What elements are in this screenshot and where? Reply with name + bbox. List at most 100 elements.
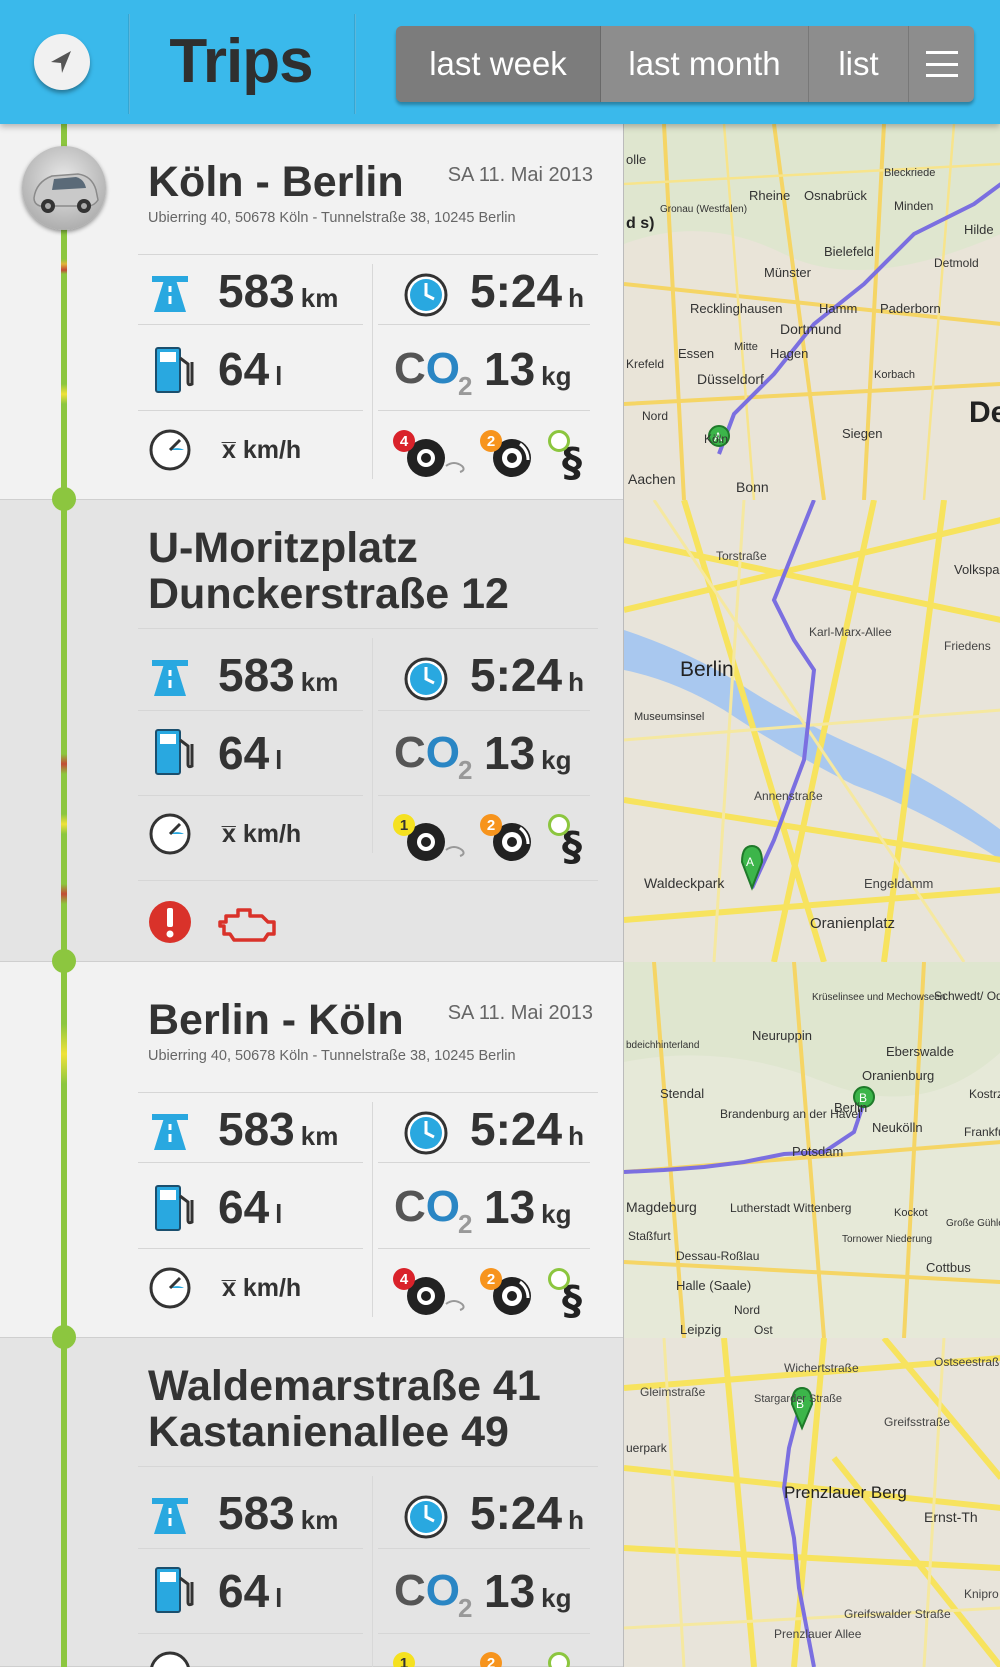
svg-text:Cottbus: Cottbus [926,1260,971,1275]
svg-text:Recklinghausen: Recklinghausen [690,301,783,316]
back-button[interactable] [34,34,90,90]
duration-stat: 5:24 h [470,649,584,701]
svg-text:Kostrz: Kostrz [969,1087,1000,1101]
period-segmented-control: last week last month list [396,26,974,102]
engine-icon[interactable] [216,902,280,944]
svg-text:Oranienplatz: Oranienplatz [810,915,895,932]
svg-text:Düsseldorf: Düsseldorf [697,371,764,387]
tab-last-week[interactable]: last week [396,26,601,102]
svg-text:Siegen: Siegen [842,426,882,441]
svg-text:Wichertstraße: Wichertstraße [784,1361,859,1375]
route-map: A Rheine Osnabrück Minden Bielefeld Müns… [624,124,1000,500]
divider [372,264,373,479]
svg-text:Prenzlauer Berg: Prenzlauer Berg [784,1483,907,1502]
svg-text:Staßfurt: Staßfurt [628,1229,671,1243]
rule-badge [548,1652,570,1667]
trip-map-berlin-koeln[interactable]: B Krüselinsee und Mechowseen Schwedt/ Od… [623,962,1000,1338]
trip-map-koeln-berlin[interactable]: A Rheine Osnabrück Minden Bielefeld Müns… [623,124,1000,500]
svg-text:Waldeckpark: Waldeckpark [644,875,725,891]
svg-text:Bleckriede: Bleckriede [884,167,935,179]
svg-text:Potsdam: Potsdam [792,1144,843,1159]
tab-list[interactable]: list [809,26,909,102]
highway-icon [152,1498,188,1534]
svg-text:Hilde: Hilde [964,222,994,237]
svg-text:uerpark: uerpark [626,1441,668,1455]
fuel-stat: 64 l [218,1565,283,1617]
svg-text:Stargarder Straße: Stargarder Straße [754,1393,842,1405]
co2-icon: CO2 [394,344,473,401]
svg-text:Krefeld: Krefeld [626,357,664,371]
svg-text:Ostseestraße: Ostseestraße [934,1355,1000,1369]
distance-stat: 583 km [218,1487,339,1539]
rule-badge [548,1268,570,1290]
highway-icon [152,276,188,312]
trip-map-moritzplatz[interactable]: A Torstraße Berlin Museumsinsel Karl-Mar… [623,500,1000,962]
trip-card[interactable]: Berlin - Köln SA 11. Mai 2013 Ubierring … [0,962,623,1338]
rule-badge [548,430,570,452]
avg-speed-stat: x̅ km/h [222,436,302,464]
timeline-dot [52,949,76,973]
trip-title-line2: Dunckerstraße 12 [148,570,509,618]
svg-text:Frankfu (Oder): Frankfu (Oder) [964,1125,1000,1139]
trip-card[interactable]: U-Moritzplatz Dunckerstraße 12 583 km 5:2… [0,500,623,962]
svg-text:Hamm: Hamm [819,301,857,316]
menu-button[interactable] [909,26,974,102]
tire-icon [407,823,465,861]
co2-stat: 13 kg [484,1181,572,1233]
speedometer-icon [149,429,191,471]
svg-text:Ost: Ost [754,1323,773,1337]
trip-title-line2: Kastanienallee 49 [148,1408,509,1456]
svg-text:Neukölln: Neukölln [872,1120,923,1135]
co2-stat: 13 kg [484,343,572,395]
svg-text:Osnabrück: Osnabrück [804,188,867,203]
co2-stat: 13 kg [484,727,572,779]
car-avatar[interactable] [22,146,106,230]
svg-text:Friedens: Friedens [944,639,991,653]
svg-text:Prenzlauer Allee: Prenzlauer Allee [774,1627,862,1641]
clock-icon [404,1111,448,1155]
svg-text:Berlin: Berlin [834,1100,867,1115]
duration-stat: 5:24 h [470,1487,584,1539]
clock-icon [404,657,448,701]
trip-map-waldemarstrasse[interactable]: B Gleimstraße Wichertstraße Ostseestraße… [623,1338,1000,1667]
svg-text:Tornower Niederung: Tornower Niederung [842,1234,932,1245]
svg-text:Essen: Essen [678,346,714,361]
brake-warning-badge: 2 [480,430,502,452]
trip-title-line1: U-Moritzplatz [148,524,418,572]
avg-speed-stat: x̅ km/h [222,1274,302,1302]
distance-stat: 583 km [218,265,339,317]
svg-text:Berlin: Berlin [680,658,734,681]
svg-text:Schwedt/ Oder: Schwedt/ Oder [934,989,1000,1003]
tire-warning-badge: 4 [393,430,415,452]
trip-addresses: Ubierring 40, 50678 Köln - Tunnelstraße … [148,1048,516,1064]
highway-icon [152,660,188,696]
hamburger-icon [925,51,958,77]
tire-warning-badge: 1 [393,814,415,836]
trip-card[interactable]: Waldemarstraße 41 Kastanienallee 49 583 k… [0,1338,623,1667]
divider [372,1476,373,1667]
highway-icon [152,1114,188,1150]
svg-text:Lutherstadt Wittenberg: Lutherstadt Wittenberg [730,1201,851,1215]
svg-text:Dessau-Roßlau: Dessau-Roßlau [676,1249,759,1263]
trip-title: Berlin - Köln [148,996,404,1044]
tire-warning-badge: 1 [393,1652,415,1667]
svg-text:Leipzig: Leipzig [680,1322,721,1337]
trip-date: SA 11. Mai 2013 [447,1002,593,1024]
svg-text:Nord: Nord [642,409,668,423]
trip-timeline [61,124,67,1667]
svg-text:Oranienburg: Oranienburg [862,1068,934,1083]
warning-icon[interactable] [148,900,192,944]
svg-text:Detmold: Detmold [934,256,979,270]
svg-text:Greifsstraße: Greifsstraße [884,1415,950,1429]
svg-text:Gronau (Westfalen): Gronau (Westfalen) [660,204,747,215]
rule-badge [548,814,570,836]
svg-text:Halle (Saale): Halle (Saale) [676,1278,751,1293]
duration-stat: 5:24 h [470,1103,584,1155]
distance-stat: 583 km [218,649,339,701]
tire-warning-badge: 4 [393,1268,415,1290]
tab-last-month[interactable]: last month [601,26,809,102]
brake-warning-badge: 2 [480,814,502,836]
svg-text:Aachen: Aachen [628,471,675,487]
svg-text:d s): d s) [626,215,654,232]
svg-text:Eberswalde: Eberswalde [886,1044,954,1059]
